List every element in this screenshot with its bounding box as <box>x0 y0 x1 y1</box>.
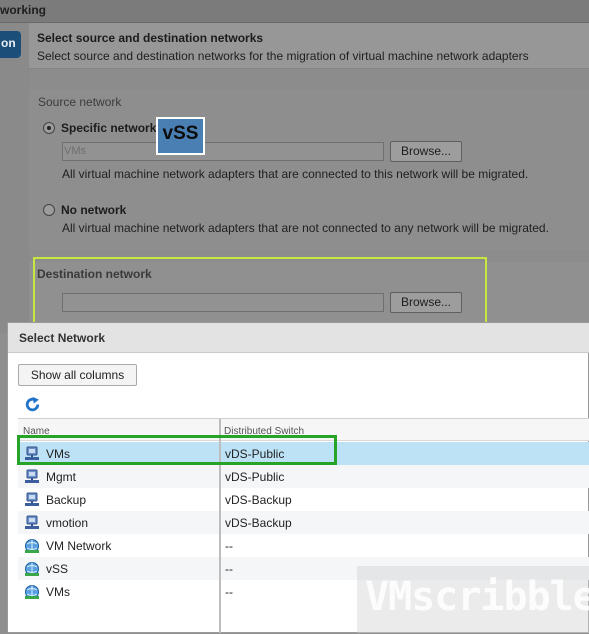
table-row[interactable]: VM Network -- <box>18 534 589 557</box>
no-network-radio[interactable] <box>43 204 55 216</box>
watermark: VMscribble <box>357 566 589 633</box>
source-browse-button[interactable]: Browse... <box>390 141 462 162</box>
vss-annotation-badge: vSS <box>156 117 205 155</box>
watermark-text: VMscribble <box>365 574 589 620</box>
distributed-portgroup-icon <box>24 515 40 531</box>
table-row[interactable]: Mgmt vDS-Public <box>18 465 589 488</box>
source-network-field[interactable]: VMs <box>62 142 384 161</box>
standard-network-icon <box>24 584 40 600</box>
refresh-icon[interactable] <box>24 396 41 413</box>
destination-highlight-box <box>33 257 487 327</box>
network-name-cell: Mgmt <box>46 470 76 484</box>
specific-network-radio[interactable] <box>43 122 55 134</box>
standard-network-icon <box>24 561 40 577</box>
network-name-cell: VM Network <box>46 539 112 553</box>
page-title: Select source and destination networks <box>37 31 264 45</box>
active-step-button[interactable]: on <box>0 31 21 58</box>
no-network-label[interactable]: No network <box>61 203 126 217</box>
network-name-cell: vSS <box>46 562 69 576</box>
table-row[interactable]: vmotion vDS-Backup <box>18 511 589 534</box>
wizard-steps-panel <box>0 23 29 333</box>
dialog-title: Select Network <box>19 331 106 345</box>
standard-network-icon <box>24 538 40 554</box>
selected-row-highlight-box <box>17 435 337 465</box>
active-step-label: on <box>1 36 16 50</box>
distributed-portgroup-icon <box>24 469 40 485</box>
no-network-description: All virtual machine network adapters tha… <box>62 221 549 235</box>
table-row[interactable]: Backup vDS-Backup <box>18 488 589 511</box>
window-titlebar: working <box>0 0 589 23</box>
window-title: working <box>0 3 47 17</box>
distributed-switch-cell: -- <box>225 585 233 599</box>
specific-network-description: All virtual machine network adapters tha… <box>62 167 529 181</box>
network-name-cell: Backup <box>46 493 87 507</box>
distributed-switch-cell: -- <box>225 562 233 576</box>
distributed-switch-cell: vDS-Backup <box>225 493 292 507</box>
show-all-columns-button[interactable]: Show all columns <box>18 364 137 386</box>
page-subtitle: Select source and destination networks f… <box>37 49 529 63</box>
distributed-switch-cell: -- <box>225 539 233 553</box>
distributed-portgroup-icon <box>24 492 40 508</box>
distributed-switch-cell: vDS-Backup <box>225 516 292 530</box>
source-network-label: Source network <box>38 95 122 109</box>
network-name-cell: VMs <box>46 585 70 599</box>
distributed-switch-cell: vDS-Public <box>225 470 285 484</box>
specific-network-label[interactable]: Specific network <box>61 121 156 135</box>
network-name-cell: vmotion <box>46 516 89 530</box>
